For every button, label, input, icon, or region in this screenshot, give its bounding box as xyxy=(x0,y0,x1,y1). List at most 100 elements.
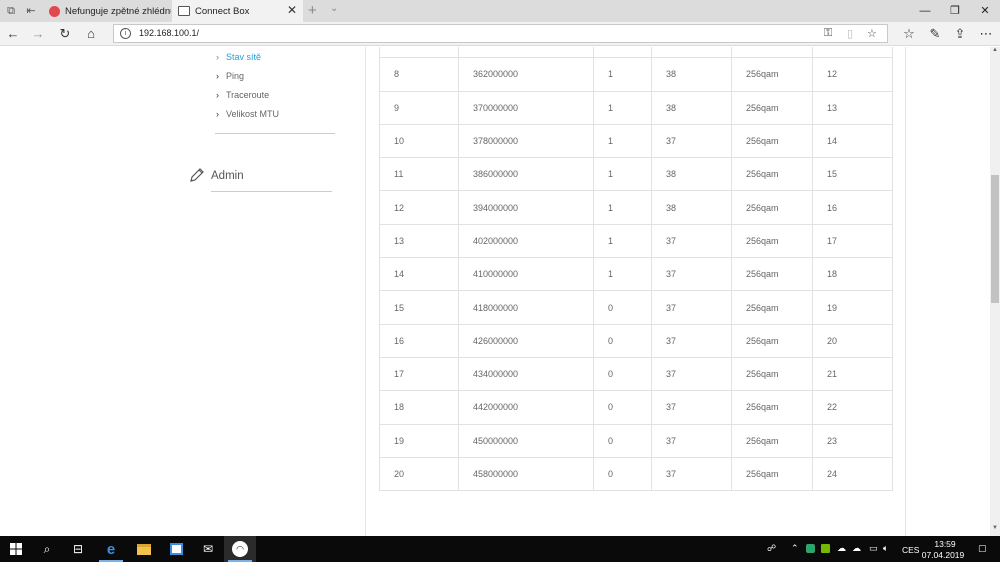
extensions-icon[interactable]: ⚿ xyxy=(824,27,832,40)
table-cell: 256qam xyxy=(731,157,813,192)
page-scrollbar[interactable]: ▲ ▼ xyxy=(990,47,1000,536)
table-cell: 450000000 xyxy=(458,423,594,458)
sidebar-item-traceroute[interactable]: › Traceroute xyxy=(216,90,269,100)
tab-preview-icon[interactable]: ⧉ xyxy=(4,4,18,18)
restore-button[interactable]: ❐ xyxy=(940,0,970,22)
close-tab-icon[interactable]: ✕ xyxy=(287,3,297,17)
tab-nefunguje[interactable]: Nefunguje zpětné zhlédnutí xyxy=(43,0,171,22)
table-cell: 0 xyxy=(593,423,652,458)
table-row: 19 450000000 0 37 256qam 23 xyxy=(379,423,893,458)
info-icon[interactable]: i xyxy=(120,28,131,39)
tray-app-icon[interactable] xyxy=(806,544,815,553)
table-row: 12 394000000 1 38 256qam 16 xyxy=(379,190,893,225)
sidebar-item-stav-site[interactable]: › Stav sítě xyxy=(216,52,261,62)
photos-app-icon[interactable]: ◠ xyxy=(224,536,256,562)
table-cell: 1 xyxy=(593,223,652,259)
table-cell: 0 xyxy=(593,290,652,325)
volume-icon[interactable]: 🔈︎ xyxy=(883,543,888,554)
table-row: 7354000000137256qam11 xyxy=(379,47,893,59)
mail-icon[interactable]: ✉ xyxy=(192,536,224,562)
close-window-button[interactable]: ✕ xyxy=(970,0,1000,22)
share-icon[interactable]: ⇪ xyxy=(951,25,969,43)
favorite-star-icon[interactable]: ☆ xyxy=(867,27,877,40)
new-tab-button[interactable]: + xyxy=(308,2,317,19)
table-cell: 8 xyxy=(379,57,459,92)
search-icon[interactable]: ⌕ xyxy=(31,536,63,562)
url-text[interactable]: 192.168.100.1/ xyxy=(139,28,199,38)
windows-taskbar: ⌕ ⊟ e ✉ ◠ ☍ ⌃ ☁ ☁ ▭ 🔈︎ CES 13:59 07.04.2… xyxy=(0,536,1000,562)
table-cell: 11 xyxy=(812,47,893,59)
forward-icon[interactable]: → xyxy=(29,25,47,43)
table-cell: 256qam xyxy=(731,290,813,325)
downstream-channels-table: 7354000000137256qam118362000000138256qam… xyxy=(379,47,893,492)
sidebar-item-velikost-mtu[interactable]: › Velikost MTU xyxy=(216,109,279,119)
page-content: › Stav sítě › Ping › Traceroute › Velikost M… xyxy=(0,47,990,536)
people-icon[interactable]: ☍ xyxy=(767,543,776,554)
file-explorer-icon[interactable] xyxy=(128,536,160,562)
set-aside-icon[interactable]: ⇤ xyxy=(24,4,38,18)
admin-divider xyxy=(211,191,332,192)
cloud-icon[interactable]: ☁ xyxy=(852,543,861,554)
table-row: 17 434000000 0 37 256qam 21 xyxy=(379,356,893,392)
clock-time[interactable]: 13:59 xyxy=(930,539,960,549)
clock-date[interactable]: 07.04.2019 xyxy=(921,550,965,560)
table-cell: 37 xyxy=(651,423,732,458)
page-favicon-icon xyxy=(178,6,190,16)
table-cell: 256qam xyxy=(731,390,813,425)
table-cell: 15 xyxy=(812,157,893,192)
task-view-icon[interactable]: ⊟ xyxy=(62,536,94,562)
table-cell: 22 xyxy=(812,390,893,425)
table-cell: 15 xyxy=(379,290,459,325)
table-row: 14 410000000 1 37 256qam 18 xyxy=(379,257,893,292)
table-cell: 442000000 xyxy=(458,390,594,425)
table-row: 13 402000000 1 37 256qam 17 xyxy=(379,223,893,259)
back-icon[interactable]: ← xyxy=(4,25,22,43)
table-cell: 0 xyxy=(593,390,652,425)
favorites-hub-icon[interactable]: ☆ xyxy=(900,25,918,43)
table-row: 8 362000000 1 38 256qam 12 xyxy=(379,57,893,92)
more-icon[interactable]: ⋯ xyxy=(977,25,995,43)
chevron-up-icon[interactable]: ⌃ xyxy=(791,543,799,554)
edge-browser-icon[interactable]: e xyxy=(95,536,127,562)
sidebar-divider xyxy=(215,133,335,134)
tab-label: Nefunguje zpětné zhlédnutí xyxy=(65,5,171,17)
table-cell: 1 xyxy=(593,47,652,59)
start-button[interactable] xyxy=(0,536,32,562)
table-cell: 256qam xyxy=(731,456,813,492)
language-indicator[interactable]: CES xyxy=(902,545,919,555)
onedrive-icon[interactable]: ☁ xyxy=(837,543,846,554)
table-cell: 16 xyxy=(379,323,459,358)
table-cell: 37 xyxy=(651,390,732,425)
table-cell: 21 xyxy=(812,356,893,392)
table-cell: 1 xyxy=(593,157,652,192)
home-icon[interactable]: ⌂ xyxy=(82,25,100,43)
sidebar-item-ping[interactable]: › Ping xyxy=(216,71,244,81)
tab-connect-box[interactable]: Connect Box ✕ xyxy=(172,0,303,22)
address-toolbar: ← → ↻ ⌂ i 192.168.100.1/ ⚿ ▯ ☆ ☆ ✎ ⇪ ⋯ xyxy=(0,22,1000,46)
network-icon[interactable]: ▭ xyxy=(869,543,878,554)
table-cell: 14 xyxy=(379,257,459,292)
table-cell: 378000000 xyxy=(458,123,594,159)
chevron-right-icon: › xyxy=(216,109,219,119)
store-icon[interactable] xyxy=(160,536,192,562)
chevron-down-icon[interactable]: ⌄ xyxy=(330,3,338,14)
table-cell: 1 xyxy=(593,123,652,159)
table-cell: 10 xyxy=(379,123,459,159)
table-cell: 256qam xyxy=(731,47,813,59)
address-bar[interactable]: i 192.168.100.1/ ⚿ ▯ ☆ xyxy=(113,24,888,43)
scroll-thumb[interactable] xyxy=(991,175,999,303)
scroll-down-icon[interactable]: ▼ xyxy=(990,525,1000,535)
table-cell: 256qam xyxy=(731,356,813,392)
admin-menu-link[interactable]: Admin xyxy=(211,170,244,182)
minimize-button[interactable]: — xyxy=(910,0,940,22)
nvidia-icon[interactable] xyxy=(821,544,830,553)
table-cell: 37 xyxy=(651,356,732,392)
notes-icon[interactable]: ✎ xyxy=(926,25,944,43)
pencil-icon xyxy=(190,168,204,182)
table-cell: 38 xyxy=(651,157,732,192)
scroll-up-icon[interactable]: ▲ xyxy=(990,47,1000,57)
refresh-icon[interactable]: ↻ xyxy=(56,25,74,43)
table-cell: 354000000 xyxy=(458,47,594,59)
site-favicon-icon xyxy=(49,5,60,17)
notifications-icon[interactable]: ▢ xyxy=(978,543,987,554)
